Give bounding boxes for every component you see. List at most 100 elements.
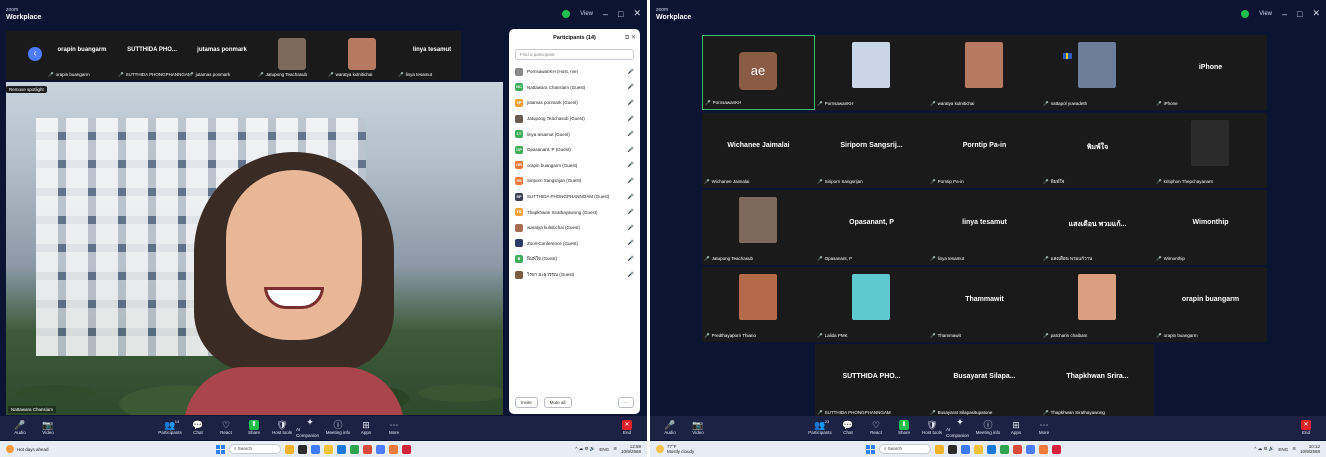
- taskbar-search[interactable]: ⌕ Search: [229, 444, 281, 454]
- edge-icon[interactable]: [337, 444, 346, 454]
- host-tools-button[interactable]: 🛡 Host tools: [268, 420, 296, 436]
- app-icon[interactable]: [1000, 444, 1009, 454]
- participant-row[interactable]: OB orapin buangarm (Guest) 🎤: [509, 158, 640, 174]
- start-icon[interactable]: [216, 444, 225, 454]
- mic-muted-icon[interactable]: 🎤: [628, 240, 634, 246]
- app-icon[interactable]: [389, 444, 398, 454]
- video-tile[interactable]: 🎤 Lalida PMK: [815, 267, 928, 342]
- video-tile[interactable]: orapin buangarm 🎤 orapin buangarm: [1154, 267, 1267, 342]
- mic-muted-icon[interactable]: 🎤: [628, 84, 634, 90]
- video-tile[interactable]: 🎤 patcharin chaibam: [1041, 267, 1154, 342]
- video-tile[interactable]: Busayarat Silapa... 🎤 Busayarat Silapasitu…: [928, 344, 1041, 419]
- video-tile[interactable]: 🎤 PornsawanKH: [815, 35, 928, 110]
- language-indicator[interactable]: ENG: [1278, 447, 1288, 452]
- invite-button[interactable]: Invite: [515, 397, 538, 408]
- minimize-icon[interactable]: –: [603, 9, 608, 19]
- mic-muted-icon[interactable]: 🎤: [628, 131, 634, 137]
- mic-muted-icon[interactable]: 🎤: [628, 272, 634, 278]
- wifi-icon[interactable]: ≋: [613, 446, 617, 452]
- meeting-info-button[interactable]: ⓘ Meeting info: [324, 420, 352, 436]
- clock[interactable]: 10:12 10/9/2568: [1300, 444, 1320, 454]
- chrome-icon[interactable]: [1013, 444, 1022, 454]
- maximize-icon[interactable]: □: [1297, 9, 1302, 19]
- apps-button[interactable]: ⊞ Apps: [352, 420, 380, 436]
- participant-row[interactable]: Jatupong Teachasub (Guest) 🎤: [509, 111, 640, 127]
- ai-companion-button[interactable]: ✦ AI Companion: [296, 417, 324, 439]
- participant-row[interactable]: SP SUTTHIDA PHONGPHANNGAM (Guest) 🎤: [509, 189, 640, 205]
- zoom-icon[interactable]: [1026, 444, 1035, 454]
- video-tile[interactable]: Wimonthip 🎤 Wimonthip: [1154, 190, 1267, 265]
- app-icon[interactable]: [298, 444, 307, 454]
- video-tile[interactable]: 🎤 Jatupong Teachasub: [702, 190, 815, 265]
- app-icon[interactable]: [311, 444, 320, 454]
- participant-row[interactable]: SS Siriporn Sangsrijan (Guest) 🎤: [509, 173, 640, 189]
- participant-row[interactable]: TS Thapkhwan Sirathayawong (Guest) 🎤: [509, 204, 640, 220]
- video-tile[interactable]: 🎤 kritiphon Thepchayanant: [1154, 113, 1267, 188]
- video-tile[interactable]: Thammawit 🎤 Thammawit: [928, 267, 1041, 342]
- video-tile[interactable]: 🎤 Predthayaporn Thiano: [702, 267, 815, 342]
- weather-widget[interactable]: Hot days ahead: [6, 445, 126, 453]
- mic-muted-icon[interactable]: 🎤: [628, 178, 634, 184]
- video-tile[interactable]: SUTTHIDA PHO... 🎤 SUTTHIDA PHONGPHANNGAM: [815, 344, 928, 419]
- minimize-icon[interactable]: –: [1282, 9, 1287, 19]
- video-tile[interactable]: Wichanee Jaimalai 🎤 Wichanee Jaimalai: [702, 113, 815, 188]
- encryption-shield-icon[interactable]: [562, 9, 571, 18]
- thumbnail-tile[interactable]: orapin buangarm 🎤 orapin buangarm: [46, 31, 118, 80]
- participant-search-input[interactable]: Find a participant: [515, 49, 634, 60]
- participant-row[interactable]: วิรยา มะธุวรรณ (Guest) 🎤: [509, 267, 640, 283]
- panel-close-icon[interactable]: ⧉ ✕: [625, 34, 636, 42]
- mic-muted-icon[interactable]: 🎤: [628, 194, 634, 200]
- close-icon[interactable]: ✕: [633, 8, 641, 19]
- view-menu[interactable]: View: [580, 11, 593, 17]
- video-tile[interactable]: Porntip Pa-in 🎤 Porntip Pa-in: [928, 113, 1041, 188]
- folder-icon[interactable]: [324, 444, 333, 454]
- end-meeting-button[interactable]: ✕ End: [1292, 420, 1320, 436]
- participant-row[interactable]: PornsawanKH (Host, me) 🎤: [509, 64, 640, 80]
- thumbnail-tile[interactable]: 🎤 Jatupong Teachasub: [256, 31, 328, 80]
- app-icon[interactable]: [961, 444, 970, 454]
- mic-muted-icon[interactable]: 🎤: [628, 225, 634, 231]
- react-button[interactable]: ♡ React: [862, 420, 890, 436]
- participant-row[interactable]: NC Nattawara Chansiam (Guest) 🎤: [509, 80, 640, 96]
- video-tile[interactable]: พิมพ์ใจ 🎤 พิมพ์ใจ: [1041, 113, 1154, 188]
- participant-row[interactable]: พ พิมพ์ใจ (Guest) 🎤: [509, 251, 640, 267]
- zoom-icon[interactable]: [376, 444, 385, 454]
- thumbnail-tile[interactable]: jutamas ponmark 🎤 jutamas ponmark: [186, 31, 258, 80]
- audio-button[interactable]: 🎤 Audio: [6, 420, 34, 436]
- share-button[interactable]: ⬆ Share: [240, 420, 268, 436]
- encryption-shield-icon[interactable]: [1241, 9, 1250, 18]
- app-icon[interactable]: [935, 444, 944, 454]
- app-icon[interactable]: [402, 444, 411, 454]
- chat-button[interactable]: 💬 Chat: [834, 420, 862, 436]
- end-meeting-button[interactable]: ✕ End: [613, 420, 641, 436]
- clock[interactable]: 12:59 10/9/2568: [621, 444, 641, 454]
- edge-icon[interactable]: [987, 444, 996, 454]
- remove-spotlight-button[interactable]: Remove spotlight: [6, 86, 47, 93]
- more-button[interactable]: ⋯ More: [380, 420, 408, 436]
- video-tile[interactable]: linya tesamut 🎤 linya tesamut: [928, 190, 1041, 265]
- video-tile[interactable]: Opasanant, P 🎤 Opasanant, P: [815, 190, 928, 265]
- thumbnail-tile[interactable]: 🎤 waratya kulnitichai: [326, 31, 398, 80]
- participant-row[interactable]: OP Opasanant, P (Guest) 🎤: [509, 142, 640, 158]
- mic-muted-icon[interactable]: 🎤: [628, 147, 634, 153]
- weather-widget[interactable]: 77°F Mostly cloudy: [656, 444, 776, 454]
- audio-button[interactable]: 🎤 Audio: [656, 420, 684, 436]
- video-tile[interactable]: iPhone 🎤 iPhone: [1154, 35, 1267, 110]
- video-tile[interactable]: Thapkhwan Srira... 🎤 Thapkhwan Sirathayawo…: [1041, 344, 1154, 419]
- more-options-button[interactable]: ···: [617, 397, 634, 408]
- app-icon[interactable]: [948, 444, 957, 454]
- app-icon[interactable]: [1052, 444, 1061, 454]
- chat-button[interactable]: 💬 Chat: [184, 420, 212, 436]
- thumbnail-tile[interactable]: SUTTHIDA PHO... 🎤 SUTTHIDA PHONGPHANNGAM: [116, 31, 192, 80]
- ai-companion-button[interactable]: ✦ AI Companion: [946, 417, 974, 439]
- wifi-icon[interactable]: ≋: [1292, 446, 1296, 452]
- share-button[interactable]: ⬆ Share: [890, 420, 918, 436]
- tray-icons[interactable]: ^ ☁ ⚙ 🔊: [575, 446, 595, 452]
- apps-button[interactable]: ⊞ Apps: [1002, 420, 1030, 436]
- mic-muted-icon[interactable]: 🎤: [628, 162, 634, 168]
- thumbnail-tile[interactable]: linya tesamut 🎤 linya tesamut: [396, 31, 468, 80]
- participant-row[interactable]: LT linya tesamut (Guest) 🎤: [509, 126, 640, 142]
- chrome-icon[interactable]: [363, 444, 372, 454]
- mic-muted-icon[interactable]: 🎤: [628, 209, 634, 215]
- maximize-icon[interactable]: □: [618, 9, 623, 19]
